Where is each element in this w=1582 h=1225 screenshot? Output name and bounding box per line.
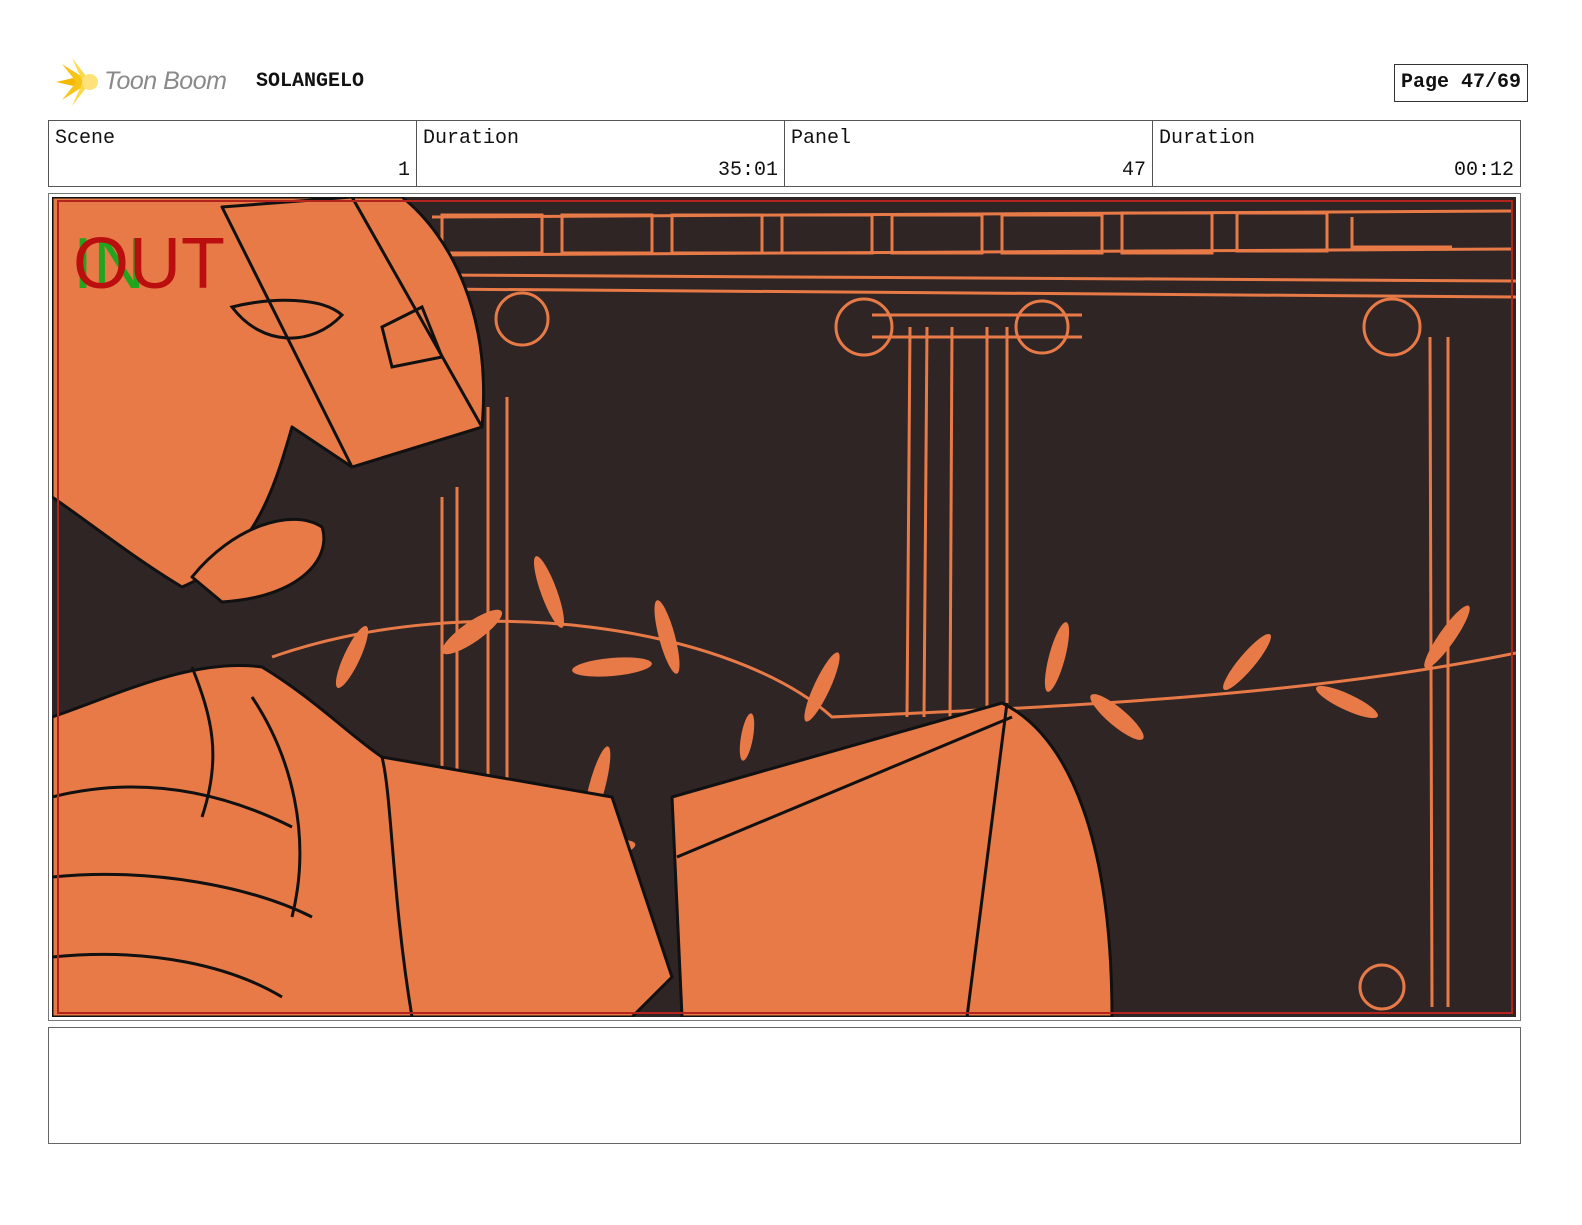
- page-header: Toon Boom SOLANGELO Page 47/69: [52, 56, 1530, 108]
- scene-duration-label: Duration: [423, 127, 520, 150]
- panel-cell: Panel 47: [784, 121, 1152, 186]
- panel-notes: [48, 1027, 1521, 1144]
- toon-boom-logo: Toon Boom: [52, 56, 242, 108]
- scene-value: 1: [397, 159, 410, 182]
- scene-label: Scene: [55, 127, 116, 150]
- panel-duration-label: Duration: [1159, 127, 1256, 150]
- logo-text: Toon Boom: [104, 67, 227, 95]
- scene-duration-cell: Duration 35:01: [416, 121, 784, 186]
- storyboard-panel: IN OUT: [48, 193, 1521, 1021]
- panel-artwork: [52, 197, 1516, 1017]
- scene-duration-value: 35:01: [717, 159, 778, 182]
- panel-value: 47: [1121, 159, 1146, 182]
- panel-label: Panel: [791, 127, 852, 150]
- scene-info-table: Scene 1 Duration 35:01 Panel 47 Duration…: [48, 120, 1521, 187]
- project-title: SOLANGELO: [256, 70, 365, 93]
- panel-duration-value: 00:12: [1453, 159, 1514, 182]
- starburst-icon: [56, 58, 98, 106]
- panel-duration-cell: Duration 00:12: [1152, 121, 1520, 186]
- scene-cell: Scene 1: [49, 121, 416, 186]
- page-indicator: Page 47/69: [1393, 64, 1528, 102]
- out-marker: OUT: [73, 224, 225, 304]
